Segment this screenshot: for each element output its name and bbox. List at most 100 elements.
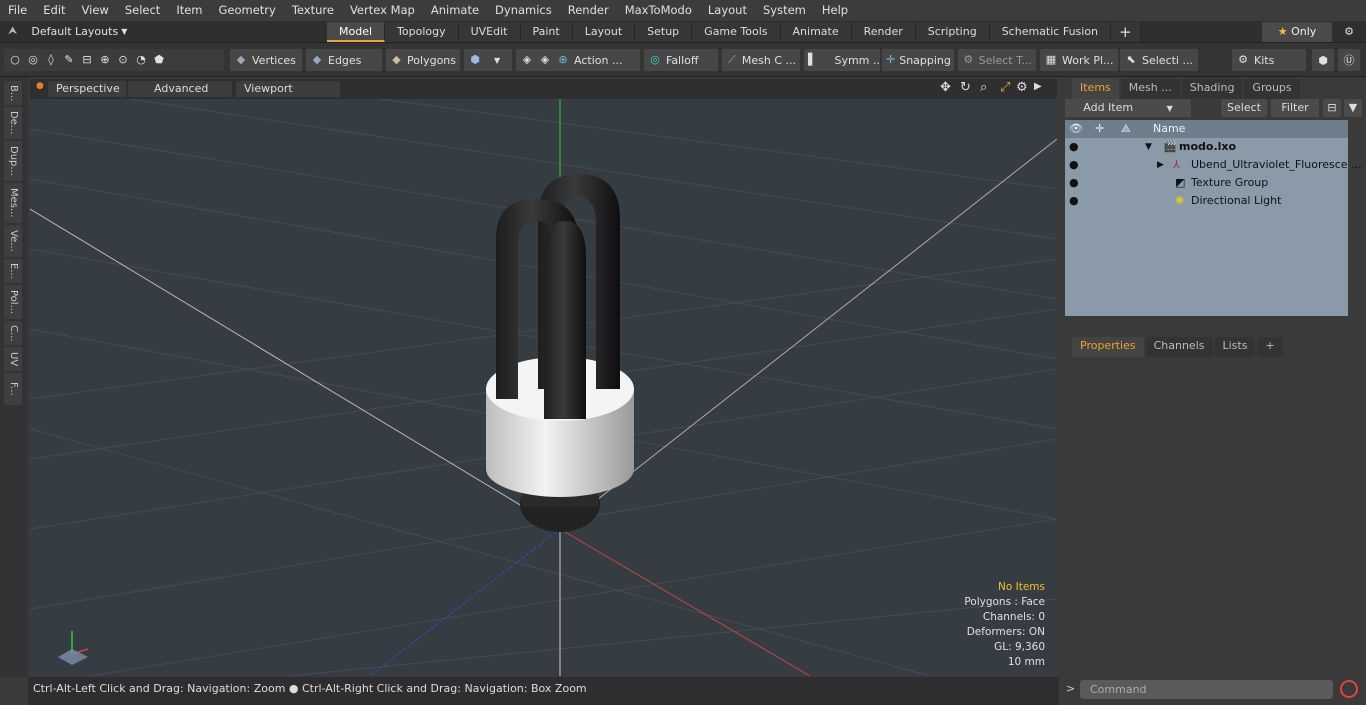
tree-row[interactable]: ● ✺ Directional Light [1065,192,1348,210]
only-button[interactable]: ★ Only [1262,22,1332,42]
command-input[interactable]: Command [1080,680,1333,699]
clock-icon[interactable]: ◔ [134,53,148,67]
polygons-button[interactable]: ◆ Polygons [386,49,460,71]
collapse-icon[interactable]: ⊟ [1323,99,1341,117]
menu-geometry[interactable]: Geometry [211,0,284,21]
work-plane-button[interactable]: ▦ Work Pl... [1040,49,1118,71]
lasso-icon[interactable]: ◊ [44,53,58,67]
viewport-gear-icon[interactable]: ⚙ [1016,80,1028,95]
tab-shading[interactable]: Shading [1181,79,1243,99]
zoom-view-icon[interactable]: ⌕ [980,80,987,95]
tab-setup[interactable]: Setup [635,22,693,42]
name-column-header[interactable]: Name [1153,120,1185,138]
menu-help[interactable]: Help [814,0,856,21]
menu-animate[interactable]: Animate [423,0,487,21]
visibility-icon[interactable]: ● [1069,174,1079,192]
tab-model[interactable]: Model [327,22,386,42]
vertices-button[interactable]: ◆ Vertices [230,49,302,71]
tab-uv[interactable]: UV [4,347,22,371]
tree-row[interactable]: ● ▼ 🎬 modo.lxo [1065,138,1348,156]
menu-maxtomodo[interactable]: MaxToModo [617,0,700,21]
visibility-icon[interactable]: ● [1069,192,1079,210]
tab-duplicate[interactable]: Dup... [4,141,22,181]
tab-fusion[interactable]: F... [4,373,22,405]
add-panel-tab-button[interactable]: + [1257,337,1283,357]
visibility-icon[interactable]: 👁 [1069,120,1083,138]
tab-schematic-fusion[interactable]: Schematic Fusion [989,22,1112,42]
menu-layout[interactable]: Layout [700,0,755,21]
mesh-constraint-button[interactable]: ⟋ Mesh C ... [722,49,800,71]
rotate-view-icon[interactable]: ↻ [960,80,971,95]
perspective-button[interactable]: Perspective [48,81,126,97]
tree-row[interactable]: ● ◩ Texture Group [1065,174,1348,192]
menu-file[interactable]: File [0,0,35,21]
add-item-button[interactable]: Add Item ▼ [1065,99,1191,117]
tab-mesh-edit[interactable]: Mes... [4,183,22,223]
tab-layout[interactable]: Layout [572,22,636,42]
shield-icon[interactable]: ⬟ [152,53,166,67]
select-through-button[interactable]: ⚙ Select T... [958,49,1036,71]
gear-icon[interactable]: ⚙ [1338,22,1360,42]
tab-animate[interactable]: Animate [780,22,852,42]
visibility-icon[interactable]: ● [1069,138,1079,156]
tree-row[interactable]: ● ▶ ⅄ Ubend_Ultraviolet_Fluoresce ... [1065,156,1362,174]
menu-dynamics[interactable]: Dynamics [487,0,560,21]
action-button[interactable]: ◈ ◈ ⊕ Action ... [516,49,640,71]
tab-vertex[interactable]: Ve... [4,225,22,257]
menu-item[interactable]: Item [168,0,210,21]
menu-render[interactable]: Render [560,0,617,21]
tab-curve[interactable]: C... [4,321,22,345]
select-button[interactable]: Select [1221,99,1267,117]
element-select-icon[interactable]: ⊟ [80,53,94,67]
snapping-button[interactable]: ✛ Snapping [882,49,954,71]
visibility-icon[interactable]: ● [1069,156,1079,174]
menu-system[interactable]: System [755,0,814,21]
tab-polygon[interactable]: Pol... [4,285,22,319]
tab-render[interactable]: Render [851,22,916,42]
falloff-button[interactable]: ◎ Falloff [644,49,718,71]
layout-selector[interactable]: ⮝ Default Layouts ▼ [8,24,127,38]
center-icon[interactable]: ⊕ [98,53,112,67]
move-view-icon[interactable]: ✥ [940,80,951,95]
tab-scripting[interactable]: Scripting [915,22,990,42]
loop-icon[interactable]: ⊙ [116,53,130,67]
tab-deform[interactable]: De... [4,107,22,139]
expand-icon[interactable]: ▶ [1157,156,1164,174]
tab-properties[interactable]: Properties [1072,337,1144,357]
tab-topology[interactable]: Topology [385,22,459,42]
funnel-icon[interactable]: ▼ [1344,99,1362,117]
maximize-icon[interactable]: ⤢ [1000,80,1010,95]
tab-basic[interactable]: B... [4,81,22,105]
render-column-icon[interactable]: ⟁ [1121,120,1131,138]
viewport-arrow-icon[interactable]: ▶ [1034,81,1042,92]
menu-texture[interactable]: Texture [284,0,342,21]
advanced-button[interactable]: Advanced [128,81,232,97]
paint-select-icon[interactable]: ✎ [62,53,76,67]
lock-column-icon[interactable]: ✛ [1095,120,1104,138]
selection-sets-button[interactable]: ⬉ Selecti ... [1120,49,1198,71]
kits-button[interactable]: ⚙ Kits [1232,49,1306,71]
tab-paint[interactable]: Paint [520,22,573,42]
unreal-icon[interactable]: Ⓤ [1338,49,1360,71]
tab-game-tools[interactable]: Game Tools [692,22,781,42]
tab-items[interactable]: Items [1072,79,1119,99]
expand-icon[interactable]: ▼ [1145,138,1152,156]
menu-view[interactable]: View [74,0,117,21]
viewport-textures-button[interactable]: Viewport Textures [236,81,340,111]
3d-viewport[interactable]: No Items Polygons : Face Channels: 0 Def… [30,99,1057,676]
tab-groups[interactable]: Groups [1244,79,1300,99]
symmetry-button[interactable]: ▌ Symm ... [804,49,880,71]
item-mode-button[interactable]: ⬢ ▼ [464,49,512,71]
filter-button[interactable]: Filter [1271,99,1319,117]
tab-channels[interactable]: Channels [1145,337,1213,357]
menu-vertex-map[interactable]: Vertex Map [342,0,423,21]
tab-lists[interactable]: Lists [1214,337,1256,357]
tab-mesh[interactable]: Mesh ... [1120,79,1180,99]
menu-select[interactable]: Select [117,0,168,21]
box-icon[interactable]: ⬢ [1312,49,1334,71]
add-tab-button[interactable]: + [1111,22,1141,42]
viewport-dot-icon[interactable]: ● [36,81,44,91]
menu-edit[interactable]: Edit [35,0,73,21]
record-icon[interactable] [1340,680,1358,698]
tab-uvedit[interactable]: UVEdit [458,22,521,42]
